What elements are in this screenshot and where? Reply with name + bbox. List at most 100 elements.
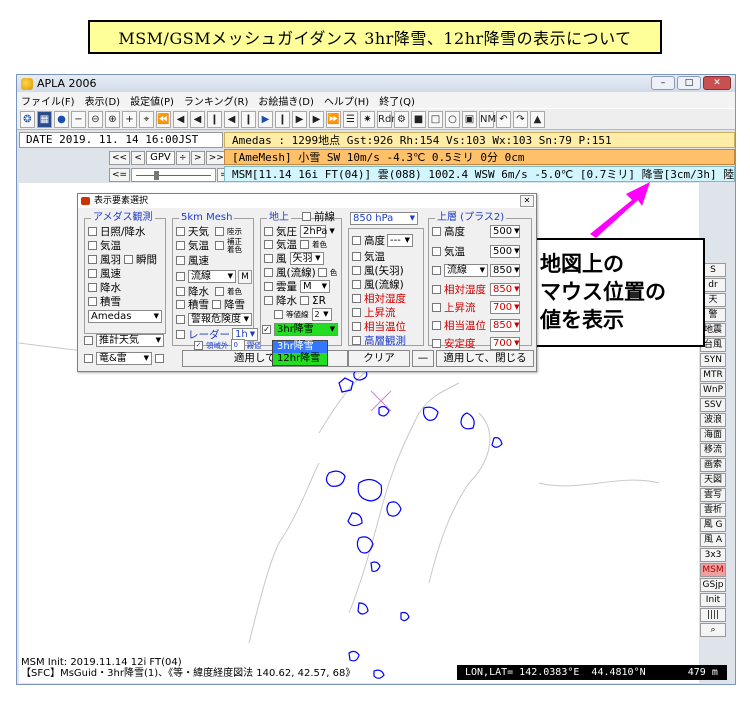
radar-button[interactable]: Rdr: [377, 110, 395, 128]
checkbox[interactable]: [88, 283, 97, 292]
amedas-select[interactable]: Amedas ▼: [88, 310, 162, 323]
checkbox[interactable]: [432, 303, 441, 312]
prev-2-button[interactable]: <<: [109, 150, 131, 165]
checkbox[interactable]: [432, 266, 441, 275]
surface-temp-row[interactable]: 気温 着色: [264, 238, 327, 251]
checkbox[interactable]: [432, 339, 441, 348]
forward-icon[interactable]: ▶: [309, 110, 324, 128]
image-icon[interactable]: ▣: [462, 110, 477, 128]
checkbox[interactable]: [176, 272, 185, 281]
menu-help[interactable]: ヘルプ(H): [324, 93, 369, 108]
p850-height-row[interactable]: 高度 --- ▼: [352, 234, 413, 247]
menu-settings[interactable]: 設定値(P): [130, 93, 174, 108]
upper-stability-row[interactable]: 安定度 700 ▼: [432, 337, 520, 350]
thunder-select[interactable]: 竜&雷 ▼: [96, 352, 152, 365]
surface-wind-row[interactable]: 風矢羽 ▼: [264, 252, 324, 265]
settings-icon[interactable]: ⚙: [394, 110, 409, 128]
sidebar-item-mtr[interactable]: MTR: [700, 368, 726, 382]
menu-ranking[interactable]: ランキング(R): [184, 93, 248, 108]
checkbox[interactable]: [176, 330, 185, 339]
checkbox[interactable]: [352, 336, 361, 345]
time-slider[interactable]: [131, 167, 217, 182]
step-back-icon[interactable]: ◀: [190, 110, 205, 128]
surface-stream-row[interactable]: 風(流線) 色: [264, 266, 337, 279]
checkbox[interactable]: [352, 308, 361, 317]
mesh-stream-select[interactable]: 流線 ▼: [188, 270, 236, 283]
sidebar-item-syn[interactable]: SYN: [700, 353, 726, 367]
sun-icon[interactable]: ✷: [360, 110, 375, 128]
upper-updraft-select[interactable]: 700 ▼: [490, 301, 520, 314]
checkbox[interactable]: [215, 227, 224, 236]
sidebar-item-wave[interactable]: 波浪: [700, 413, 726, 427]
sidebar-item-wnp[interactable]: WnP: [700, 383, 726, 397]
dialog-close-icon[interactable]: ✕: [520, 195, 534, 207]
checkbox[interactable]: [88, 297, 97, 306]
checkbox[interactable]: ✓: [262, 325, 271, 334]
spin-button[interactable]: ÷: [175, 150, 190, 165]
minimize-button[interactable]: –: [651, 76, 675, 90]
rewind-icon[interactable]: ⏪: [156, 110, 171, 128]
minus-button[interactable]: —: [412, 350, 434, 367]
checkbox[interactable]: [176, 300, 185, 309]
sidebar-item-weather-map[interactable]: 天図: [700, 473, 726, 487]
checkbox[interactable]: [352, 252, 361, 261]
checkbox[interactable]: [264, 282, 273, 291]
redo-icon[interactable]: ↷: [513, 110, 528, 128]
close-button[interactable]: ✕: [703, 76, 731, 90]
upper-temp-row[interactable]: 気温 500 ▼: [432, 245, 520, 258]
mesh-stream-row[interactable]: 流線 ▼ M: [176, 269, 252, 284]
p850-theta-row[interactable]: 相当温位: [352, 320, 406, 333]
sidebar-item-wind-g[interactable]: 風 G: [700, 518, 726, 532]
nm-button[interactable]: NM: [479, 110, 496, 128]
upper-stability-select[interactable]: 700 ▼: [490, 337, 520, 350]
globe-icon[interactable]: ❂: [20, 110, 35, 128]
upper-height-row[interactable]: 高度 500 ▼: [432, 225, 520, 238]
upper-stream-select[interactable]: 流線 ▼: [444, 264, 488, 277]
upper-stream-level-select[interactable]: 850 ▼: [490, 264, 520, 277]
slider-thumb[interactable]: [154, 170, 160, 180]
checkbox[interactable]: [264, 268, 273, 277]
checkbox[interactable]: [432, 321, 441, 330]
checkbox[interactable]: [352, 280, 361, 289]
front-row[interactable]: 前線: [302, 210, 335, 223]
prev-button[interactable]: <: [131, 150, 146, 165]
mesh-snow-row[interactable]: 積雪 降雪: [176, 298, 245, 311]
checkbox[interactable]: [176, 241, 185, 250]
checkbox[interactable]: [124, 255, 133, 264]
save-icon[interactable]: ■: [411, 110, 426, 128]
p850-humidity-row[interactable]: 相対湿度: [352, 292, 406, 305]
checkbox[interactable]: ✓: [194, 341, 203, 350]
checkbox[interactable]: [84, 336, 93, 345]
upper-obs-row[interactable]: 高層観測: [352, 334, 406, 347]
checkbox[interactable]: [88, 227, 97, 236]
snow-3hr-row[interactable]: ✓ 3hr降雪 ▼: [262, 323, 338, 336]
checkbox[interactable]: [317, 268, 327, 277]
upper-humidity-select[interactable]: 850 ▼: [490, 283, 520, 296]
menu-quit[interactable]: 終了(Q): [379, 93, 415, 108]
contour-select[interactable]: 2 ▼: [311, 308, 332, 321]
menu-drawing[interactable]: お絵描き(D): [258, 93, 314, 108]
mesh-m-button[interactable]: M: [238, 269, 252, 284]
mesh-temp-row[interactable]: 気温 補正 着色: [176, 237, 242, 253]
world-icon[interactable]: ●: [54, 110, 69, 128]
upper-updraft-row[interactable]: 上昇流 700 ▼: [432, 301, 520, 314]
bar2-icon[interactable]: ❙: [275, 110, 290, 128]
bar-icon[interactable]: ❙: [207, 110, 222, 128]
p850-temp-row[interactable]: 気温: [352, 250, 385, 263]
pressure-level-select[interactable]: 850 hPa ▼: [350, 212, 418, 225]
amedas-sunshine-row[interactable]: 日照/降水: [88, 225, 146, 238]
contour-row[interactable]: 等値線 2 ▼: [274, 308, 332, 321]
snow-period-select[interactable]: 3hr降雪 ▼: [274, 323, 338, 336]
magnifier-icon[interactable]: ⌕: [700, 623, 726, 637]
upper-height-select[interactable]: 500 ▼: [490, 225, 520, 238]
sidebar-item-gsjp[interactable]: GSjp: [700, 578, 726, 592]
sidebar-item-init[interactable]: Init: [700, 593, 726, 607]
amedas-wind-row[interactable]: 風羽 瞬間: [88, 253, 157, 266]
p850-height-select[interactable]: --- ▼: [387, 234, 413, 247]
dropdown-option-12hr[interactable]: 12hr降雪: [273, 353, 327, 365]
mesh-windspeed-row[interactable]: 風速: [176, 254, 209, 267]
sidebar-item-msm[interactable]: MSM: [700, 563, 726, 577]
list-icon[interactable]: ☰: [343, 110, 358, 128]
undo-icon[interactable]: ↶: [496, 110, 511, 128]
checkbox[interactable]: [155, 354, 164, 363]
